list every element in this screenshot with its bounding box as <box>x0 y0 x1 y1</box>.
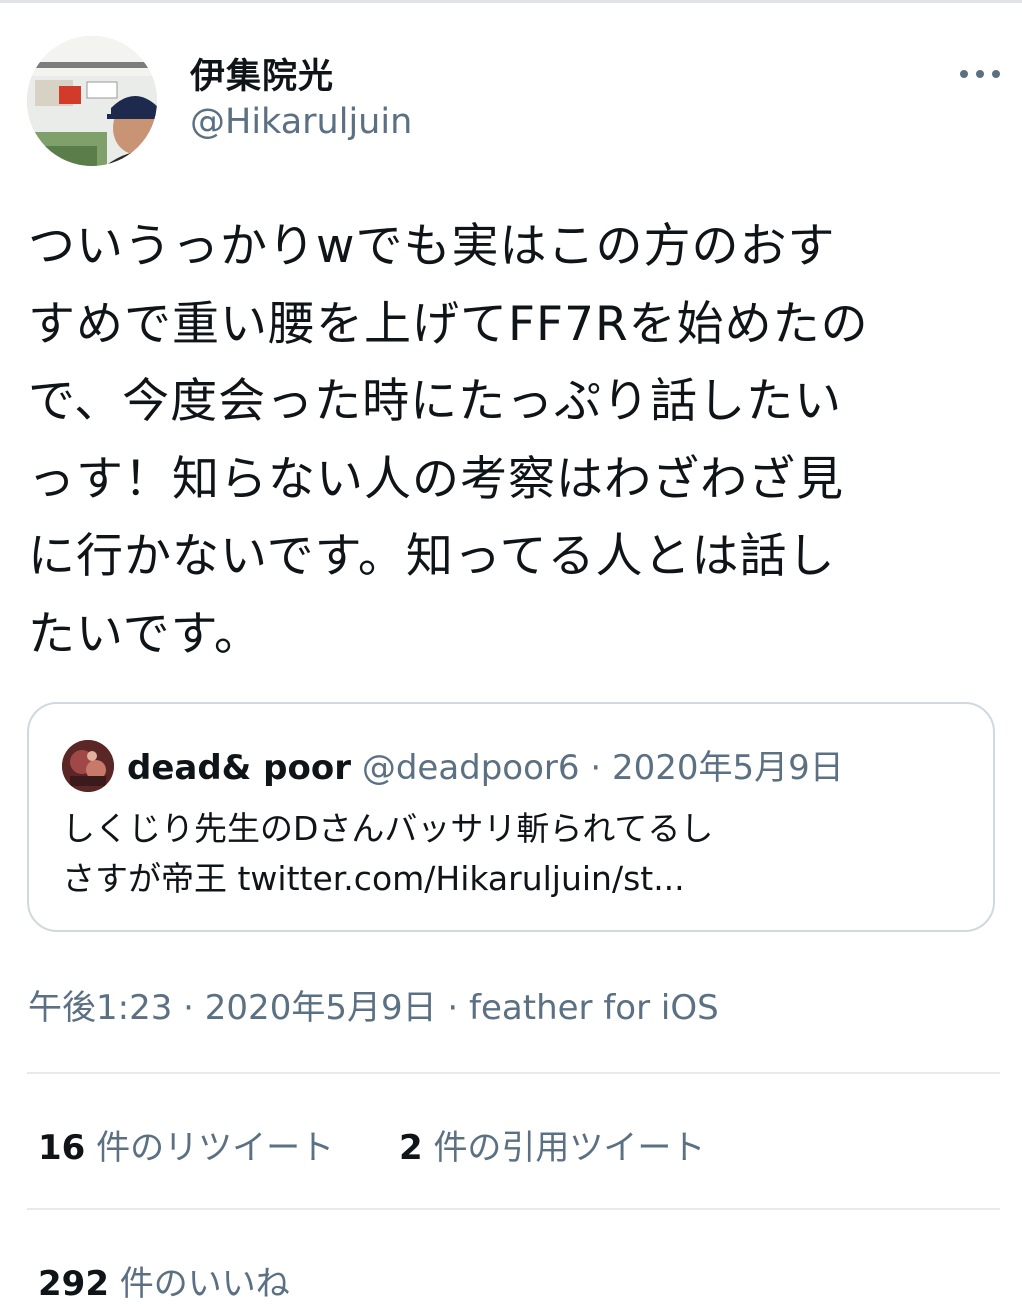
tweet-time[interactable]: 午後1:23 <box>28 988 172 1028</box>
quote-tweets-label: 件の引用ツイート <box>433 1128 706 1168</box>
stats-divider-middle <box>27 1208 1000 1210</box>
quoted-meta-separator: · <box>590 748 602 788</box>
quoted-avatar-image <box>62 740 114 792</box>
quoted-text-line: さすが帝王 twitter.com/Hikaruljuin/st... <box>62 859 685 898</box>
tweet-text-line: ついうっかりwでも実はこの方のおす <box>28 219 836 274</box>
likes-label: 件のいいね <box>119 1264 290 1304</box>
quoted-author-handle[interactable]: @deadpoor6 <box>362 748 580 788</box>
quote-tweets-count: 2 <box>398 1128 423 1168</box>
avatar-photo <box>27 36 157 166</box>
more-options-icon[interactable] <box>952 58 1002 88</box>
quote-tweets-stat[interactable]: 2 件の引用ツイート <box>399 1120 705 1169</box>
timestamp-separator: · <box>183 988 194 1028</box>
quoted-tweet-text: しくじり先生のDさんバッサリ斬られてるし さすが帝王 twitter.com/H… <box>62 804 713 904</box>
stats-divider-top <box>27 1072 1000 1074</box>
tweet-detail: 伊集院光 @Hikaruljuin ついうっかりwでも実はこの方のおす すめで重… <box>0 0 1022 1304</box>
timestamp-separator: · <box>447 988 459 1028</box>
retweets-label: 件のリツイート <box>96 1128 335 1168</box>
quoted-tweet-header: dead& poor @deadpoor6 · 2020年5月9日 <box>127 740 844 789</box>
retweets-stat[interactable]: 16 件のリツイート <box>38 1120 334 1169</box>
likes-count: 292 <box>38 1264 109 1304</box>
tweet-text-line: で、今度会った時にたっぷり話したい <box>28 374 843 429</box>
author-handle[interactable]: @Hikaruljuin <box>190 102 412 142</box>
engagement-stats: 16 件のリツイート 2 件の引用ツイート <box>38 1120 705 1169</box>
author-avatar[interactable] <box>27 36 157 166</box>
tweet-text: ついうっかりwでも実はこの方のおす すめで重い腰を上げてFF7Rを始めたの で、… <box>28 208 1003 673</box>
quoted-author-avatar[interactable] <box>62 740 114 792</box>
retweets-count: 16 <box>38 1128 86 1168</box>
tweet-date[interactable]: 2020年5月9日 <box>205 988 437 1028</box>
quoted-tweet-date: 2020年5月9日 <box>611 748 844 788</box>
quoted-tweet-card[interactable]: dead& poor @deadpoor6 · 2020年5月9日 しくじり先生… <box>27 702 995 932</box>
quoted-author-name[interactable]: dead& poor <box>127 748 351 788</box>
tweet-source-link[interactable]: feather for iOS <box>469 988 719 1028</box>
quoted-text-line: しくじり先生のDさんバッサリ斬られてるし <box>62 809 714 848</box>
tweet-text-line: すめで重い腰を上げてFF7Rを始めたの <box>28 296 869 352</box>
tweet-timestamp: 午後1:23 · 2020年5月9日 · feather for iOS <box>28 980 719 1029</box>
tweet-text-line: に行かないです。知ってる人とは話し <box>28 529 836 584</box>
tweet-text-line: っす！知らない人の考察はわざわざ見 <box>28 451 844 507</box>
likes-stat[interactable]: 292 件のいいね <box>38 1256 290 1305</box>
tweet-text-line: たいです。 <box>28 606 262 662</box>
author-display-name[interactable]: 伊集院光 <box>190 48 334 99</box>
